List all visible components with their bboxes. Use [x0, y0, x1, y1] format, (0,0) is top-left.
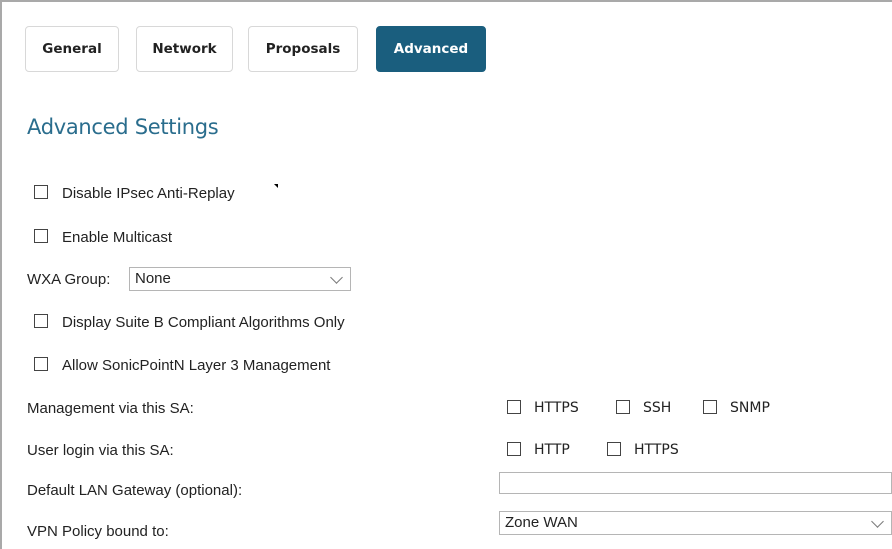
page-title: Advanced Settings: [27, 115, 219, 139]
disable-anti-replay-label: Disable IPsec Anti-Replay: [62, 185, 235, 202]
tab-network[interactable]: Network: [136, 26, 233, 72]
tab-advanced[interactable]: Advanced: [376, 26, 486, 72]
enable-multicast-label: Enable Multicast: [62, 229, 173, 246]
wxa-group-value: None: [135, 270, 171, 287]
vpn-policy-label: VPN Policy bound to:: [27, 523, 169, 540]
user-login-http-checkbox[interactable]: [507, 442, 521, 456]
tab-proposals[interactable]: Proposals: [248, 26, 358, 72]
wxa-group-label: WXA Group:: [27, 271, 111, 288]
management-ssh-label: SSH: [643, 400, 672, 416]
suite-b-checkbox[interactable]: [34, 314, 48, 328]
disable-anti-replay-checkbox[interactable]: [34, 185, 48, 199]
user-login-https-label: HTTPS: [634, 442, 679, 458]
default-gateway-input[interactable]: [499, 472, 892, 494]
sonicpoint-l3-checkbox[interactable]: [34, 357, 48, 371]
management-ssh-checkbox[interactable]: [616, 400, 630, 414]
management-snmp-label: SNMP: [730, 400, 770, 416]
vpn-policy-value: Zone WAN: [505, 514, 578, 531]
wxa-group-select[interactable]: None: [129, 267, 351, 291]
chevron-down-icon: [330, 271, 343, 284]
chevron-down-icon: [871, 515, 884, 528]
tooltip-marker-icon[interactable]: [274, 184, 278, 188]
user-login-https-checkbox[interactable]: [607, 442, 621, 456]
management-https-label: HTTPS: [534, 400, 579, 416]
enable-multicast-checkbox[interactable]: [34, 229, 48, 243]
management-label: Management via this SA:: [27, 400, 194, 417]
sonicpoint-l3-label: Allow SonicPointN Layer 3 Management: [62, 357, 331, 374]
vpn-policy-select[interactable]: Zone WAN: [499, 511, 892, 535]
management-snmp-checkbox[interactable]: [703, 400, 717, 414]
default-gateway-label: Default LAN Gateway (optional):: [27, 482, 243, 499]
user-login-http-label: HTTP: [534, 442, 570, 458]
suite-b-label: Display Suite B Compliant Algorithms Onl…: [62, 314, 345, 331]
user-login-label: User login via this SA:: [27, 442, 174, 459]
tab-general[interactable]: General: [25, 26, 119, 72]
management-https-checkbox[interactable]: [507, 400, 521, 414]
